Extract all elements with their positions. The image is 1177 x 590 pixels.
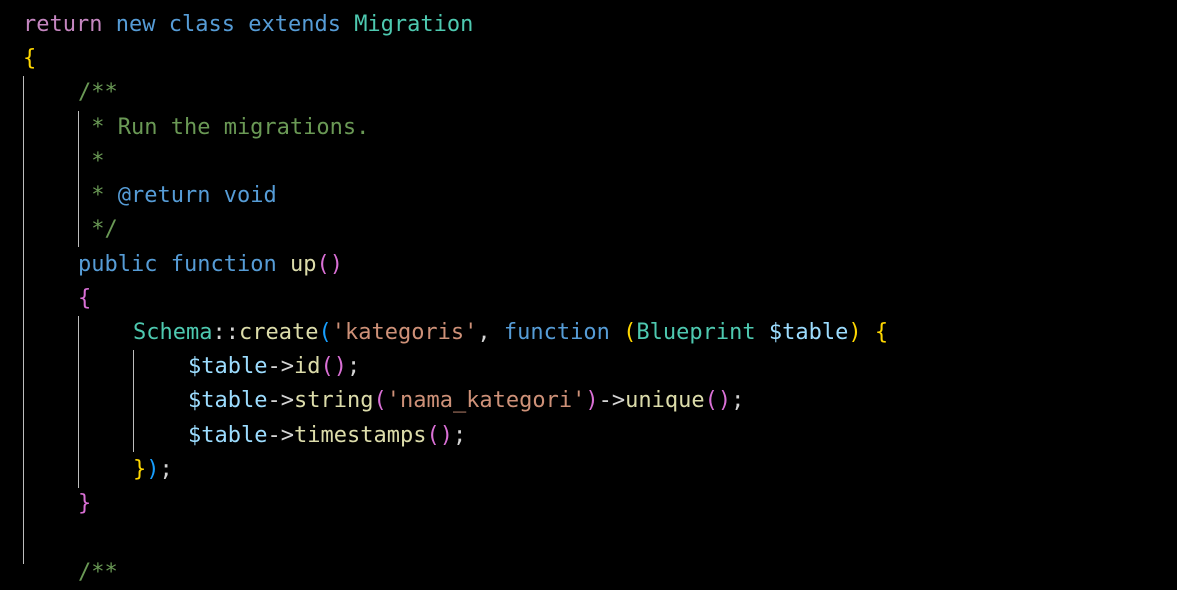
public-keyword: public [78, 252, 158, 277]
code-line[interactable]: /** [78, 556, 118, 590]
method-name: up [289, 252, 317, 277]
doc-comment: /** [78, 80, 118, 105]
code-line[interactable]: $table->id(); [188, 350, 360, 384]
code-line[interactable]: Schema::create('kategoris', function (Bl… [133, 316, 888, 350]
return-keyword: return [23, 12, 103, 37]
function-call: create [238, 320, 319, 345]
code-line[interactable]: * [78, 145, 105, 179]
paren: ) [585, 388, 599, 413]
paren: ) [146, 457, 160, 482]
class-name: Migration [354, 12, 474, 37]
variable: $table [768, 320, 849, 345]
doc-comment: */ [78, 217, 118, 242]
open-brace: { [23, 46, 37, 71]
code-line[interactable]: * Run the migrations. [78, 111, 369, 145]
doc-comment: * [78, 149, 105, 174]
doc-tag: @return [117, 183, 211, 208]
function-call: unique [625, 388, 705, 413]
extends-keyword: extends [248, 12, 341, 37]
class-name: Schema [133, 320, 213, 345]
variable: $table [188, 354, 268, 379]
indent-guide [78, 316, 79, 488]
code-editor[interactable]: return new class extends Migration { /**… [0, 0, 1177, 585]
paren: ( [318, 320, 332, 345]
close-brace: } [78, 491, 92, 516]
code-line[interactable]: $table->string('nama_kategori')->unique(… [188, 384, 744, 418]
function-call: timestamps [293, 423, 427, 448]
class-keyword: class [168, 12, 235, 37]
string-literal: 'nama_kategori' [386, 388, 586, 413]
open-brace: { [78, 286, 92, 311]
new-keyword: new [115, 12, 156, 37]
code-line[interactable]: /** [78, 76, 118, 110]
paren: ( [426, 423, 440, 448]
paren: ) [439, 423, 453, 448]
code-line[interactable]: { [23, 42, 36, 76]
code-line[interactable]: } [78, 487, 91, 521]
paren: ( [623, 320, 637, 345]
paren: ( [373, 388, 387, 413]
string-literal: 'kategoris' [331, 320, 478, 345]
variable: $table [188, 388, 268, 413]
doc-type: void [210, 183, 277, 208]
paren: ) [329, 252, 343, 277]
paren: ( [320, 354, 334, 379]
code-line[interactable]: * @return void [78, 179, 277, 213]
paren: ) [717, 388, 732, 413]
paren: ) [333, 354, 347, 379]
code-line[interactable]: return new class extends Migration [23, 8, 473, 42]
paren: ) [848, 320, 862, 345]
code-line[interactable]: }); [133, 453, 173, 487]
doc-comment: * Run the migrations. [78, 115, 370, 140]
paren: ( [704, 388, 718, 413]
code-line[interactable]: public function up() [78, 248, 343, 282]
function-call: id [293, 354, 321, 379]
close-brace: } [133, 457, 147, 482]
paren: ( [316, 252, 330, 277]
indent-guide [133, 350, 134, 452]
code-line[interactable]: { [78, 282, 91, 316]
code-line[interactable]: $table->timestamps(); [188, 419, 466, 453]
function-call: string [293, 388, 374, 413]
variable: $table [188, 423, 268, 448]
function-keyword: function [170, 252, 277, 277]
code-line[interactable]: */ [78, 213, 118, 247]
indent-guide [23, 76, 24, 564]
function-keyword: function [503, 320, 610, 345]
open-brace: { [874, 320, 889, 345]
class-name: Blueprint [636, 320, 756, 345]
doc-comment: * [78, 183, 118, 208]
